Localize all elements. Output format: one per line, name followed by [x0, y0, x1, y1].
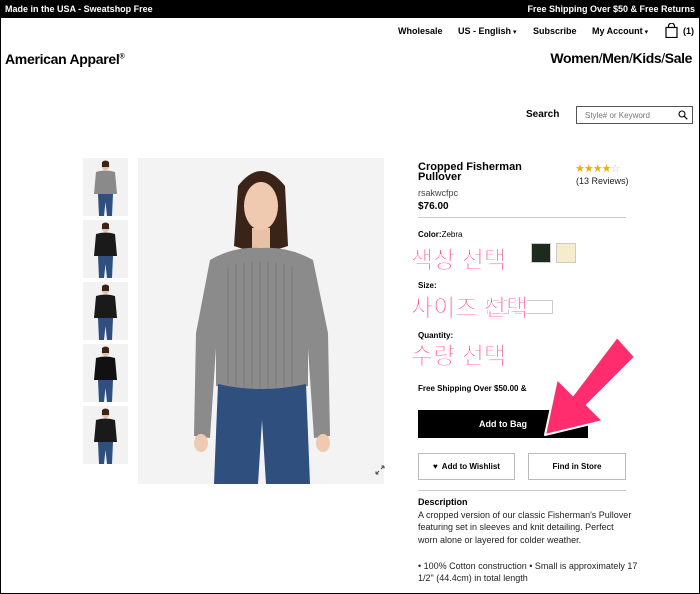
- annotation-select-quantity: 수량 선택: [411, 343, 506, 370]
- product-thumbnail[interactable]: [83, 344, 128, 402]
- reviews-link[interactable]: (13 Reviews): [576, 176, 629, 186]
- banner-right-text[interactable]: Free Shipping Over $50 & Free Returns: [527, 4, 695, 14]
- star-icon: ☆: [610, 163, 621, 175]
- logo-text: American Apparel: [5, 51, 120, 67]
- nav-sale[interactable]: Sale: [665, 50, 693, 66]
- nav-women[interactable]: Women: [550, 50, 599, 66]
- product-thumbnail[interactable]: [83, 158, 128, 216]
- locale-label: US - English: [458, 26, 512, 36]
- shopping-bag-icon[interactable]: [665, 23, 678, 38]
- star-icon: ★: [601, 163, 612, 175]
- annotation-select-color: 색상 선택: [411, 247, 506, 274]
- nav-men[interactable]: Men: [602, 50, 629, 66]
- description-bullets: • 100% Cotton construction • Small is ap…: [418, 561, 638, 584]
- wishlist-label: Add to Wishlist: [441, 462, 500, 471]
- search-label: Search: [526, 109, 560, 120]
- shipping-note: Free Shipping Over $50.00 &: [418, 384, 527, 393]
- account-label: My Account: [592, 26, 643, 36]
- search-icon[interactable]: [678, 110, 688, 120]
- main-nav: Women/Men/Kids/Sale: [550, 50, 692, 66]
- registered-mark: ®: [119, 53, 125, 61]
- product-price: $76.00: [418, 201, 449, 212]
- bag-count[interactable]: (1): [683, 26, 694, 36]
- search-box: [576, 106, 693, 124]
- top-banner: Made in the USA - Sweatshop Free Free Sh…: [0, 0, 700, 18]
- product-sku: rsakwcfpc: [418, 188, 459, 198]
- divider: [418, 490, 626, 491]
- account-menu[interactable]: My Account ▾: [592, 26, 648, 36]
- description-heading: Description: [418, 497, 468, 507]
- wholesale-link[interactable]: Wholesale: [398, 26, 443, 36]
- model-photo: [138, 158, 384, 484]
- color-swatch-cream[interactable]: [556, 243, 576, 263]
- nav-kids[interactable]: Kids: [633, 50, 662, 66]
- star-icon: ★: [583, 163, 594, 175]
- divider: [418, 217, 626, 218]
- description-text: A cropped version of our classic Fisherm…: [418, 510, 632, 545]
- color-swatch-dark-green[interactable]: [531, 243, 551, 263]
- add-to-wishlist-button[interactable]: ♥ Add to Wishlist: [418, 453, 515, 480]
- locale-selector[interactable]: US - English ▾: [458, 26, 517, 36]
- chevron-down-icon: ▾: [513, 29, 517, 36]
- expand-icon[interactable]: [375, 465, 385, 475]
- color-label-row: Color:Zebra: [418, 230, 462, 239]
- star-icon: ★: [575, 163, 585, 175]
- product-thumbnail[interactable]: [83, 406, 128, 464]
- star-icon: ★: [592, 163, 603, 175]
- heart-icon: ♥: [433, 462, 438, 471]
- search-input[interactable]: [577, 107, 677, 123]
- product-thumbnail[interactable]: [83, 282, 128, 340]
- product-title: Cropped Fisherman Pullover: [418, 161, 522, 183]
- color-label: Color:: [418, 230, 442, 239]
- subscribe-link[interactable]: Subscribe: [533, 26, 577, 36]
- banner-left-text: Made in the USA - Sweatshop Free: [5, 4, 153, 14]
- site-logo[interactable]: American Apparel®: [5, 51, 125, 67]
- annotation-select-size: 사이즈 선택: [411, 295, 529, 322]
- rating-stars[interactable]: ★★★★☆: [575, 162, 621, 175]
- product-thumbnail[interactable]: [83, 220, 128, 278]
- color-value: Zebra: [441, 230, 463, 239]
- find-in-store-button[interactable]: Find in Store: [528, 453, 626, 480]
- chevron-down-icon: ▾: [644, 29, 649, 36]
- arrow-annotation-icon: [544, 336, 636, 436]
- product-main-image[interactable]: [138, 158, 384, 484]
